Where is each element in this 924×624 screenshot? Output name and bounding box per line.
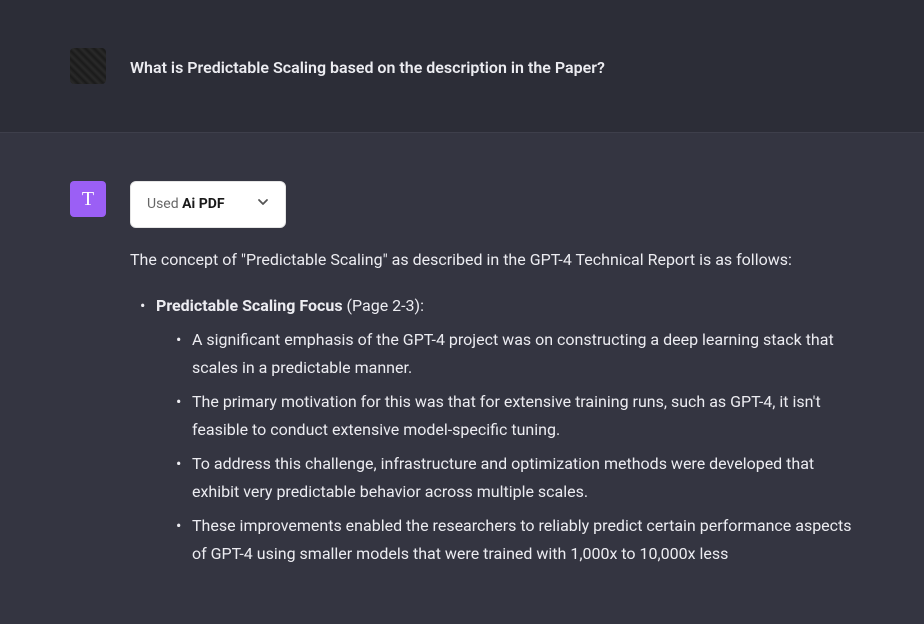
user-message: What is Predictable Scaling based on the… [0,0,924,133]
plugin-name: Ai PDF [182,196,224,212]
user-question-text: What is Predictable Scaling based on the… [130,48,854,84]
bullet-title: Predictable Scaling Focus [156,296,343,315]
bullet-list: Predictable Scaling Focus (Page 2-3): A … [130,292,854,568]
plugin-used-button[interactable]: Used Ai PDF [130,181,286,228]
assistant-message: T Used Ai PDF The concept of "Predictabl… [0,133,924,624]
assistant-avatar: T [70,181,106,217]
bullet-page-ref: (Page 2-3): [343,296,424,315]
plugin-prefix: Used [147,196,182,212]
list-item: A significant emphasis of the GPT-4 proj… [176,326,854,382]
assistant-avatar-letter: T [82,188,94,211]
assistant-intro: The concept of "Predictable Scaling" as … [130,246,854,274]
list-item: Predictable Scaling Focus (Page 2-3): A … [140,292,854,568]
sub-bullet-list: A significant emphasis of the GPT-4 proj… [156,326,854,568]
list-item: To address this challenge, infrastructur… [176,450,854,506]
user-avatar [70,48,106,84]
chevron-down-icon [257,194,269,215]
list-item: The primary motivation for this was that… [176,388,854,444]
list-item: These improvements enabled the researche… [176,512,854,568]
